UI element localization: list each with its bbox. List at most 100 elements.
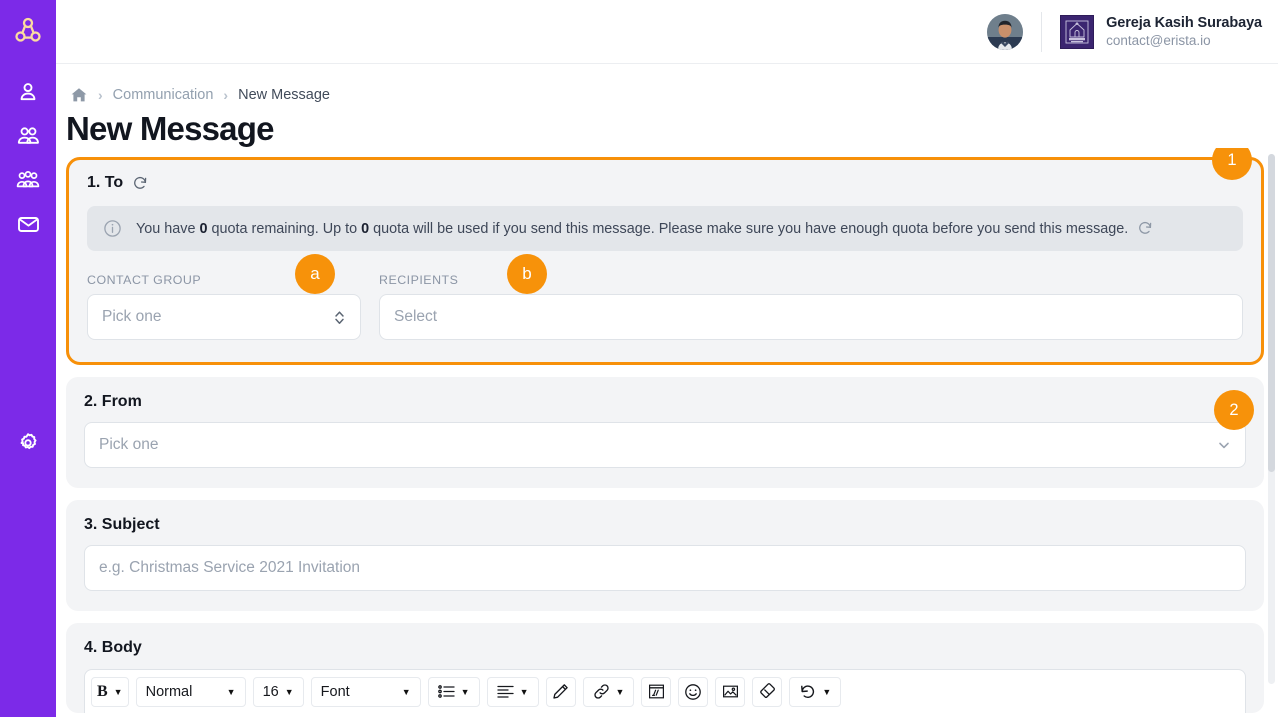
subject-input[interactable]: e.g. Christmas Service 2021 Invitation [84, 545, 1246, 591]
recipients-field: b RECIPIENTS Select [379, 254, 1243, 340]
emoji-button[interactable] [679, 678, 707, 706]
org-name: Gereja Kasih Surabaya [1106, 14, 1262, 31]
recipients-input[interactable]: Select [379, 294, 1243, 340]
contact-group-value: Pick one [102, 308, 162, 325]
section-from-title: 2. From [84, 393, 142, 410]
app-logo[interactable] [11, 14, 45, 48]
chevron-down-icon: ▼ [615, 686, 625, 697]
form-scroll-region: 1 1. To You have 0 quota remaining. Up t… [56, 148, 1278, 717]
pen-icon [552, 683, 569, 700]
eraser-icon [759, 683, 776, 700]
section-to-title: 1. To [87, 174, 1243, 192]
editor-toolbar: B ▼ Normal ▼ 16 ▼ Font ▼ ▼ ▼ ▼ ▼ [84, 669, 1246, 713]
topbar-divider [1041, 11, 1043, 52]
gear-icon [16, 431, 40, 455]
group-people-icon [15, 168, 41, 192]
chevron-down-icon: ▼ [226, 686, 236, 697]
font-size-select[interactable]: 16 ▼ [254, 678, 303, 706]
form-content: 1 1. To You have 0 quota remaining. Up t… [56, 148, 1278, 717]
media-button[interactable] [642, 678, 670, 706]
font-family-value: Font [320, 683, 350, 700]
font-family-group: Font ▼ [310, 676, 421, 707]
list-button[interactable]: ▼ [429, 678, 479, 706]
font-family-select[interactable]: Font ▼ [312, 678, 420, 706]
media-group [641, 676, 672, 707]
bold-icon: B [97, 682, 108, 700]
envelope-icon [16, 212, 41, 236]
chevron-updown-icon [333, 309, 346, 326]
bold-group: B ▼ [91, 676, 129, 707]
link-icon [593, 683, 610, 700]
refresh-icon[interactable] [132, 175, 148, 191]
sidebar-item-settings[interactable] [0, 421, 56, 465]
from-value: Pick one [99, 436, 159, 453]
quota-banner-text: You have 0 quota remaining. Up to 0 quot… [136, 220, 1153, 237]
annotation-badge-2: 2 [1214, 390, 1254, 430]
eraser-group [752, 676, 783, 707]
to-fields: a CONTACT GROUP Pick one b RECIPIENTS Se… [87, 254, 1243, 340]
quota-text-1: You have [136, 221, 200, 237]
quota-text-2: quota remaining. Up to [207, 221, 362, 237]
image-button[interactable] [716, 678, 744, 706]
two-people-icon [16, 124, 41, 148]
sidebar-item-families[interactable] [0, 114, 56, 158]
section-to: 1 1. To You have 0 quota remaining. Up t… [66, 148, 1264, 365]
breadcrumb-separator-1: › [98, 87, 103, 103]
scrollbar-thumb[interactable] [1268, 154, 1275, 472]
app-root: Gereja Kasih Surabaya contact@erista.io … [0, 0, 1278, 717]
font-size-group: 16 ▼ [252, 676, 304, 707]
breadcrumb-item-communication[interactable]: Communication [113, 87, 214, 103]
from-select[interactable]: Pick one [84, 422, 1246, 468]
annotation-badge-1: 1 [1212, 148, 1252, 180]
avatar[interactable] [987, 13, 1024, 50]
align-left-icon [496, 684, 514, 699]
quota-value-used: 0 [361, 221, 370, 237]
section-body-title: 4. Body [84, 639, 142, 656]
link-button[interactable]: ▼ [584, 678, 634, 706]
chevron-down-icon: ▼ [519, 686, 529, 697]
media-embed-icon [648, 683, 665, 700]
scrollbar-track[interactable] [1268, 154, 1275, 684]
quota-refresh-icon[interactable] [1137, 220, 1153, 236]
sidebar-item-contacts[interactable] [0, 70, 56, 114]
section-body: 4. Body B ▼ Normal ▼ 16 ▼ Font ▼ ▼ ▼ ▼ ▼ [66, 623, 1264, 713]
topbar: Gereja Kasih Surabaya contact@erista.io [56, 0, 1278, 64]
undo-icon [799, 683, 816, 700]
recipients-placeholder: Select [394, 308, 438, 325]
link-group: ▼ [582, 676, 635, 707]
sidebar-item-groups[interactable] [0, 158, 56, 202]
subject-placeholder: e.g. Christmas Service 2021 Invitation [99, 559, 361, 576]
heading-select[interactable]: Normal ▼ [137, 678, 245, 706]
eraser-button[interactable] [753, 678, 781, 706]
chevron-down-icon: ▼ [113, 686, 123, 697]
breadcrumb-item-new-message[interactable]: New Message [238, 87, 330, 103]
contact-group-select[interactable]: Pick one [87, 294, 361, 340]
image-icon [722, 683, 739, 700]
info-circle-icon [103, 219, 122, 238]
section-from: 2 2. From Pick one [66, 377, 1264, 488]
bold-button[interactable]: B ▼ [92, 678, 128, 706]
section-subject: 3. Subject e.g. Christmas Service 2021 I… [66, 500, 1264, 611]
heading-value: Normal [145, 683, 193, 700]
section-subject-title: 3. Subject [84, 516, 160, 533]
org-email: contact@erista.io [1106, 32, 1211, 48]
breadcrumb: › Communication › New Message [56, 64, 1278, 108]
pen-button[interactable] [547, 678, 575, 706]
sidebar-item-communication[interactable] [0, 202, 56, 246]
quota-value-remaining: 0 [199, 221, 208, 237]
chevron-down-icon: ▼ [284, 686, 294, 697]
page-title: New Message [66, 110, 274, 147]
chevron-down-icon: ▼ [822, 686, 832, 697]
font-size-value: 16 [262, 683, 279, 700]
heading-group: Normal ▼ [135, 676, 246, 707]
section-to-label: 1. To [87, 174, 124, 191]
contact-group-field: a CONTACT GROUP Pick one [87, 254, 361, 340]
org-switcher[interactable]: Gereja Kasih Surabaya contact@erista.io [1060, 14, 1262, 50]
smiley-icon [684, 683, 702, 701]
home-icon[interactable] [70, 86, 88, 104]
align-button[interactable]: ▼ [488, 678, 538, 706]
org-logo-icon [1060, 14, 1095, 49]
undo-group: ▼ [789, 676, 842, 707]
undo-button[interactable]: ▼ [790, 678, 840, 706]
chevron-down-icon: ▼ [401, 686, 411, 697]
